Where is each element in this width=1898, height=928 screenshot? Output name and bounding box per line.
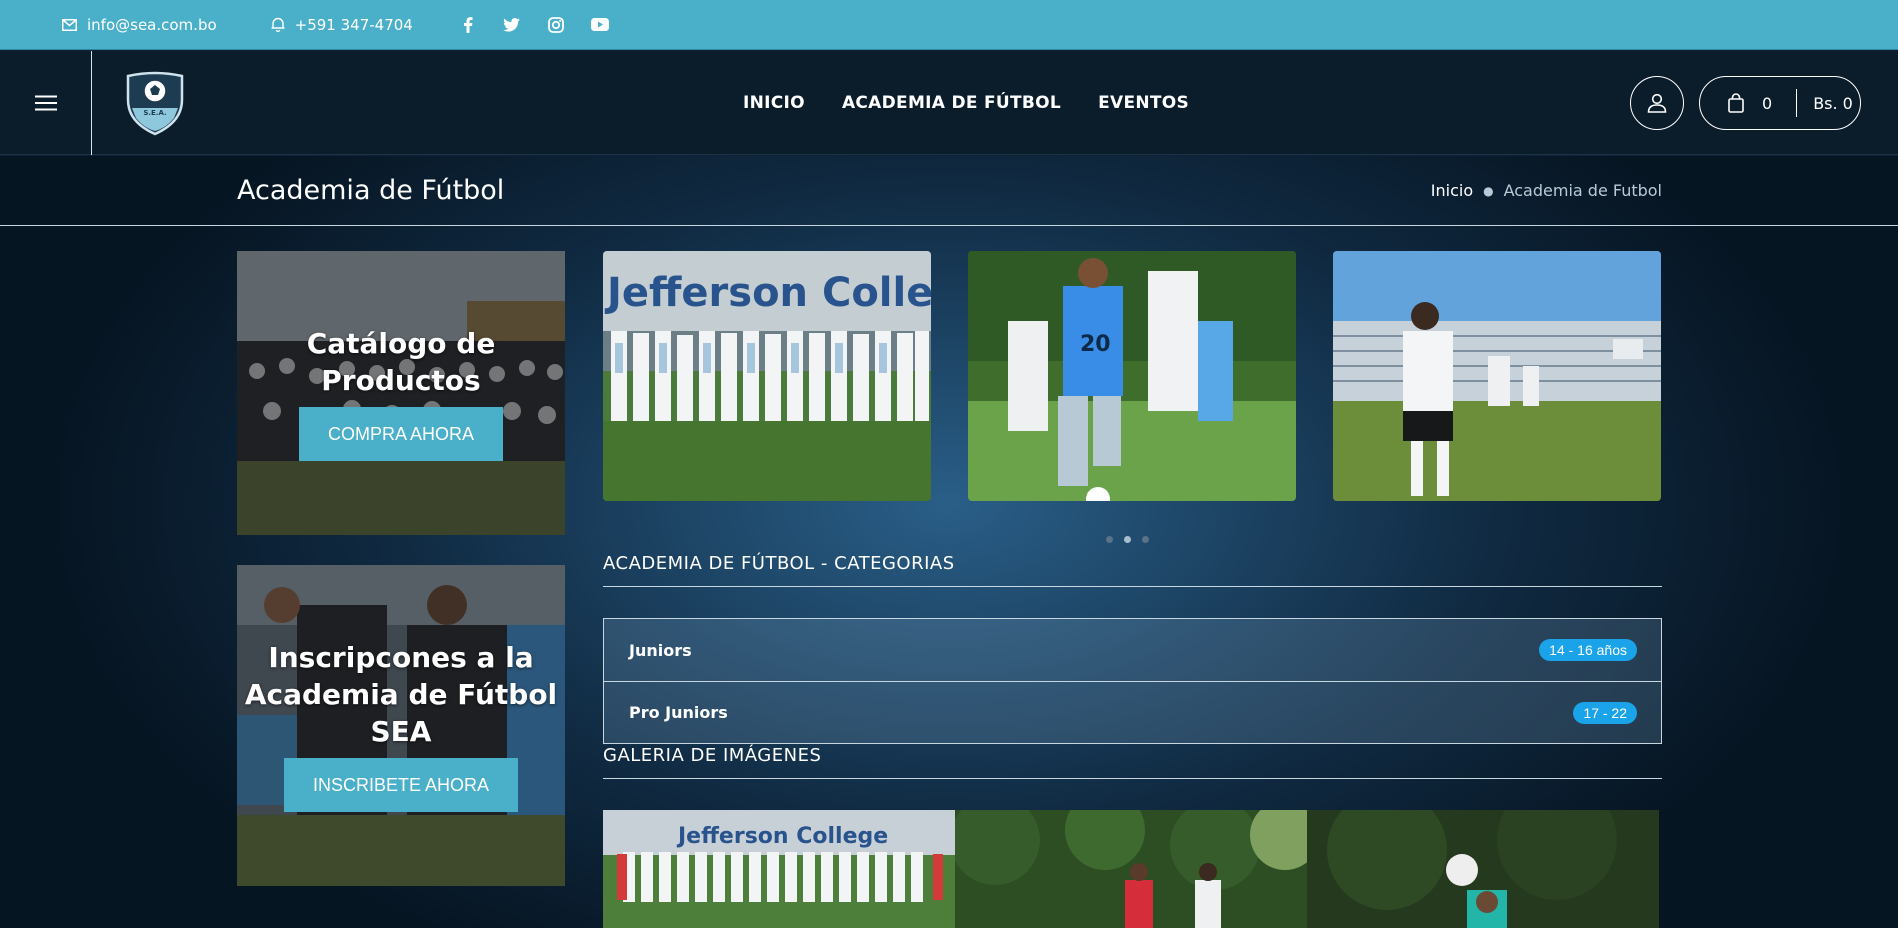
main-nav: INICIO ACADEMIA DE FÚTBOL EVENTOS bbox=[743, 51, 1189, 155]
hamburger-menu-button[interactable] bbox=[0, 50, 92, 155]
team-photo: Jefferson Colle bbox=[603, 251, 931, 501]
bell-icon bbox=[271, 17, 285, 32]
inscribete-ahora-button[interactable]: INSCRIBETE AHORA bbox=[283, 758, 519, 812]
site-logo[interactable]: S.E.A. bbox=[122, 70, 188, 136]
gallery-banner-text: Jefferson College bbox=[676, 824, 888, 849]
top-info-bar: info@sea.com.bo +591 347-4704 bbox=[0, 0, 1898, 50]
promo-catalog-card[interactable]: Catálogo de Productos COMPRA AHORA bbox=[237, 251, 565, 535]
breadcrumb: Inicio ● Academia de Futbol bbox=[1431, 181, 1662, 200]
inscription-title-line3: SEA bbox=[370, 715, 432, 748]
youtube-icon[interactable] bbox=[589, 18, 611, 31]
gallery-goalkeeper-photo bbox=[1307, 810, 1659, 928]
slider-image-player-run[interactable] bbox=[1333, 251, 1661, 501]
player-run-photo bbox=[1333, 251, 1661, 501]
svg-text:20: 20 bbox=[1080, 332, 1111, 357]
slider-dot-1[interactable] bbox=[1106, 536, 1113, 543]
instagram-icon[interactable] bbox=[545, 16, 567, 33]
slider-dot-2[interactable] bbox=[1124, 536, 1131, 543]
gallery-image-match[interactable] bbox=[955, 810, 1307, 928]
player-kick-photo: 20 bbox=[968, 251, 1296, 501]
cart-total: Bs. 0 bbox=[1813, 93, 1853, 113]
page-title: Academia de Fútbol bbox=[237, 175, 505, 206]
menu-icon bbox=[34, 95, 57, 110]
gallery-match-photo bbox=[955, 810, 1307, 928]
nav-eventos[interactable]: EVENTOS bbox=[1098, 93, 1189, 113]
gallery-image-goalkeeper[interactable] bbox=[1307, 810, 1659, 928]
svg-text:S.E.A.: S.E.A. bbox=[143, 109, 166, 117]
categories-title: ACADEMIA DE FÚTBOL - CATEGORIAS bbox=[603, 553, 1662, 587]
breadcrumb-separator: ● bbox=[1483, 183, 1494, 198]
gallery-team-photo: Jefferson College bbox=[603, 810, 955, 928]
inscription-title-line2: Academia de Fútbol bbox=[244, 678, 558, 711]
breadcrumb-home[interactable]: Inicio bbox=[1431, 181, 1473, 200]
email-text: info@sea.com.bo bbox=[87, 15, 217, 34]
cart-divider bbox=[1796, 89, 1798, 117]
social-links bbox=[457, 16, 611, 33]
category-age-badge: 17 - 22 bbox=[1573, 701, 1637, 724]
categories-table: Juniors 14 - 16 años Pro Juniors 17 - 22 bbox=[603, 618, 1662, 744]
facebook-icon[interactable] bbox=[457, 16, 479, 33]
image-gallery: Jefferson College bbox=[603, 810, 1659, 928]
phone-contact[interactable]: +591 347-4704 bbox=[271, 16, 413, 34]
category-row[interactable]: Pro Juniors 17 - 22 bbox=[604, 681, 1661, 743]
gallery-image-team[interactable]: Jefferson College bbox=[603, 810, 955, 928]
compra-ahora-button[interactable]: COMPRA AHORA bbox=[298, 407, 504, 461]
slider-image-team[interactable]: Jefferson Colle bbox=[603, 251, 931, 501]
mail-icon bbox=[62, 18, 77, 31]
nav-academia-de-futbol[interactable]: ACADEMIA DE FÚTBOL bbox=[842, 93, 1061, 113]
category-age-badge: 14 - 16 años bbox=[1539, 639, 1637, 661]
banner-text: Jefferson Colle bbox=[604, 270, 931, 316]
category-name: Juniors bbox=[629, 640, 692, 660]
account-button[interactable] bbox=[1630, 76, 1684, 130]
gallery-title: GALERIA DE IMÁGENES bbox=[603, 745, 1662, 779]
nav-inicio[interactable]: INICIO bbox=[743, 93, 805, 113]
catalog-title-line2: Productos bbox=[321, 364, 481, 397]
email-contact[interactable]: info@sea.com.bo bbox=[62, 16, 217, 34]
slider-image-player-kick[interactable]: 20 bbox=[968, 251, 1296, 501]
category-name: Pro Juniors bbox=[629, 703, 728, 722]
category-row[interactable]: Juniors 14 - 16 años bbox=[604, 619, 1661, 681]
slider-dots bbox=[1106, 536, 1149, 543]
promo-inscription-card[interactable]: Inscripcones a la Academia de Fútbol SEA… bbox=[237, 565, 565, 886]
catalog-title-line1: Catálogo de bbox=[306, 327, 496, 360]
slider-dot-3[interactable] bbox=[1142, 536, 1149, 543]
cart-count: 0 bbox=[1762, 93, 1773, 113]
phone-text: +591 347-4704 bbox=[294, 15, 413, 34]
cart-button[interactable]: 0 Bs. 0 bbox=[1699, 76, 1861, 130]
inscription-title-line1: Inscripcones a la bbox=[268, 641, 534, 674]
breadcrumb-current: Academia de Futbol bbox=[1503, 181, 1662, 200]
main-header: S.E.A. INICIO ACADEMIA DE FÚTBOL EVENTOS… bbox=[0, 50, 1898, 155]
shopping-bag-icon bbox=[1728, 93, 1744, 113]
user-icon bbox=[1647, 93, 1667, 113]
twitter-icon[interactable] bbox=[501, 17, 523, 32]
